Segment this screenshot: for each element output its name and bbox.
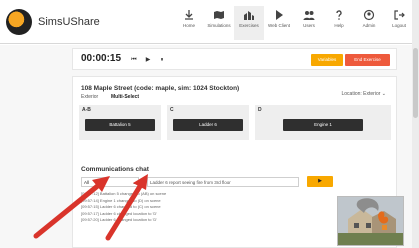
column-header: D [258,107,262,113]
unit-column-d: D Engine 1 [255,105,391,140]
nav-logout[interactable]: Logout [384,6,414,40]
column-header: A-B [82,107,91,113]
play-button[interactable]: ▶ [143,55,153,65]
nav-home-label: Home [182,23,195,28]
scenario-title: 108 Maple Street (code: maple, sim: 1024… [81,85,240,92]
location-select-label: Location: Exterior [341,91,381,97]
top-navigation-bar: SimsUShare Home Simulations Exercises We… [0,0,412,44]
download-icon [185,10,193,20]
admin-icon [363,9,375,21]
help-icon [336,10,342,20]
page-scrollbar[interactable] [412,0,419,248]
chat-message-input[interactable] [147,177,299,187]
unit-column-ab: A-B Battalion 5 [79,105,161,140]
nav-simulations-label: Simulations [207,23,231,28]
nav-exercises[interactable]: Exercises [234,6,264,40]
unit-button-battalion-5[interactable]: Battalion 5 [85,119,155,131]
end-exercise-button[interactable]: End Exercise [345,54,390,66]
main-nav: Home Simulations Exercises Web Client Us… [174,6,414,40]
tab-multi-select[interactable]: Multi-Select [111,94,139,100]
nav-users-label: Users [303,23,315,28]
burning-house-image [338,197,403,245]
location-select[interactable]: Location: Exterior ⌄ [341,91,386,97]
variables-button[interactable]: Variables [311,54,343,66]
nav-help-label: Help [334,23,344,28]
chevron-down-icon: ⌄ [381,91,386,97]
chat-log: [09:57:12] Battalion 5 changed to (AB) o… [81,191,331,224]
app-logo[interactable] [6,9,32,35]
chat-recipient-value: All [84,180,90,185]
chevron-down-icon: ⌄ [132,180,136,185]
buildings-icon [244,11,254,20]
chat-message: [09:57:20] Ladder 6 changed location to … [81,217,158,222]
play-icon [276,10,283,20]
logout-icon [394,10,405,20]
pause-button[interactable]: ⏸ [157,55,167,65]
tab-exterior[interactable]: Exterior [81,94,98,100]
nav-users[interactable]: Users [294,6,324,40]
nav-logout-label: Logout [392,23,406,28]
unit-button-engine-1[interactable]: Engine 1 [283,119,363,131]
burning-house-photo [337,196,404,246]
nav-admin-label: Admin [362,23,376,28]
column-header: C [170,107,174,113]
app-brand: SimsUShare [38,16,100,28]
exercise-timer: 00:00:15 [81,53,122,64]
users-icon [303,11,315,20]
exercise-timer-bar: 00:00:15 ⏮ ▶ ⏸ Variables End Exercise [72,48,397,70]
nav-home[interactable]: Home [174,6,204,40]
rewind-button[interactable]: ⏮ [129,55,139,65]
map-icon [214,11,224,19]
nav-help[interactable]: Help [324,6,354,40]
chat-title: Communications chat [81,166,149,173]
nav-admin[interactable]: Admin [354,6,384,40]
nav-exercises-label: Exercises [239,23,259,28]
scrollbar-thumb[interactable] [413,48,418,118]
unit-column-c: C Ladder 6 [167,105,249,140]
nav-web-client[interactable]: Web Client [264,6,294,40]
nav-simulations[interactable]: Simulations [204,6,234,40]
send-button[interactable]: ▶ [307,176,333,187]
unit-button-ladder-6[interactable]: Ladder 6 [173,119,243,131]
nav-web-client-label: Web Client [268,23,290,28]
chat-recipient-select[interactable]: All ⌄ [81,177,139,187]
